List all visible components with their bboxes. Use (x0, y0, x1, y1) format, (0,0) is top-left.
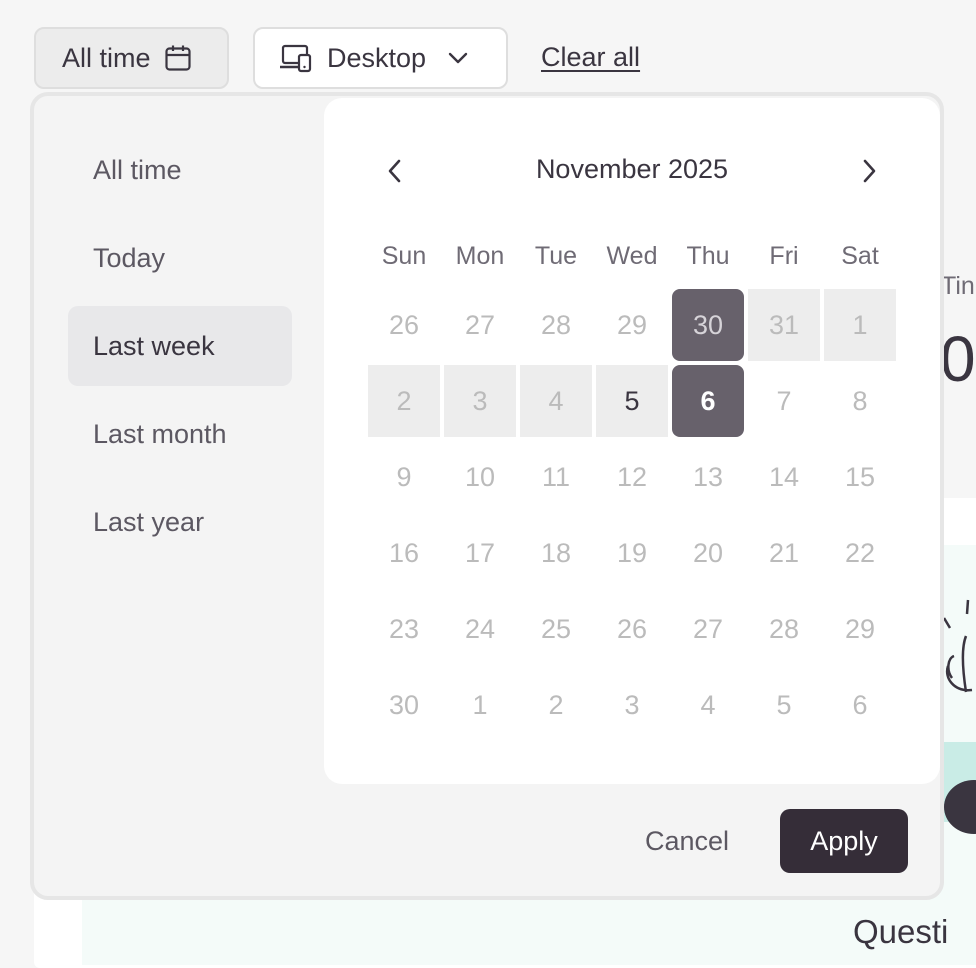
calendar-day[interactable]: 12 (596, 441, 668, 513)
calendar-day-range-start[interactable]: 30 (672, 289, 744, 361)
stat-value: 0 (940, 323, 976, 395)
calendar-day[interactable]: 16 (368, 517, 440, 589)
devices-icon (279, 43, 313, 73)
device-select[interactable]: Desktop (253, 27, 508, 89)
calendar-day[interactable]: 2 (520, 669, 592, 741)
calendar-day[interactable]: 31 (748, 289, 820, 361)
stat-label: Tin (941, 272, 975, 300)
device-select-value: Desktop (327, 42, 427, 73)
date-range-button-label: All time (62, 42, 151, 73)
calendar-day[interactable]: 18 (520, 517, 592, 589)
weekday-fri: Fri (769, 242, 799, 270)
calendar-day[interactable]: 26 (368, 289, 440, 361)
preset-last-year[interactable]: Last year (68, 482, 292, 562)
calendar-day[interactable]: 14 (748, 441, 820, 513)
calendar-day[interactable]: 1 (824, 289, 896, 361)
calendar-day[interactable]: 4 (520, 365, 592, 437)
calendar-day[interactable]: 17 (444, 517, 516, 589)
calendar-day[interactable]: 15 (824, 441, 896, 513)
next-month-button[interactable] (854, 156, 884, 186)
calendar-day[interactable]: 4 (672, 669, 744, 741)
calendar-day[interactable]: 29 (824, 593, 896, 665)
preset-last-week[interactable]: Last week (68, 306, 292, 386)
calendar-day[interactable]: 9 (368, 441, 440, 513)
calendar-day[interactable]: 8 (824, 365, 896, 437)
weekday-tue: Tue (534, 242, 578, 270)
month-label: November 2025 (535, 154, 729, 184)
clear-all-link[interactable]: Clear all (541, 42, 640, 73)
calendar-panel: November 2025 Sun Mon Tue Wed Thu Fri Sa… (324, 98, 940, 784)
calendar-day[interactable]: 27 (444, 289, 516, 361)
calendar-day[interactable]: 5 (596, 365, 668, 437)
calendar-day[interactable]: 5 (748, 669, 820, 741)
calendar-icon (163, 43, 193, 73)
calendar-day[interactable]: 20 (672, 517, 744, 589)
calendar-day[interactable]: 6 (824, 669, 896, 741)
calendar-day[interactable]: 24 (444, 593, 516, 665)
calendar-day[interactable]: 26 (596, 593, 668, 665)
section-title: Questi (853, 913, 949, 950)
calendar-day[interactable]: 2 (368, 365, 440, 437)
calendar-day[interactable]: 28 (748, 593, 820, 665)
preset-today[interactable]: Today (68, 218, 292, 298)
calendar-day[interactable]: 21 (748, 517, 820, 589)
calendar-day[interactable]: 22 (824, 517, 896, 589)
calendar-day[interactable]: 1 (444, 669, 516, 741)
apply-button[interactable]: Apply (780, 809, 908, 873)
calendar-day[interactable]: 10 (444, 441, 516, 513)
preset-last-month[interactable]: Last month (68, 394, 292, 474)
calendar-day[interactable]: 3 (444, 365, 516, 437)
calendar-day[interactable]: 13 (672, 441, 744, 513)
calendar-day[interactable]: 19 (596, 517, 668, 589)
weekday-wed: Wed (606, 242, 658, 270)
calendar-day[interactable]: 11 (520, 441, 592, 513)
calendar-day-range-end[interactable]: 6 (672, 365, 744, 437)
calendar-day[interactable]: 23 (368, 593, 440, 665)
calendar-day[interactable]: 28 (520, 289, 592, 361)
weekday-sat: Sat (841, 242, 879, 270)
calendar-day[interactable]: 7 (748, 365, 820, 437)
calendar-day[interactable]: 30 (368, 669, 440, 741)
weekday-sun: Sun (381, 242, 427, 270)
calendar-day[interactable]: 25 (520, 593, 592, 665)
date-range-button[interactable]: All time (34, 27, 229, 89)
calendar-day[interactable]: 29 (596, 289, 668, 361)
calendar-day[interactable]: 3 (596, 669, 668, 741)
preset-all-time[interactable]: All time (68, 130, 292, 210)
weekday-thu: Thu (686, 242, 730, 270)
chevron-right-icon (863, 159, 876, 183)
calendar-day[interactable]: 27 (672, 593, 744, 665)
weekday-mon: Mon (455, 242, 505, 270)
chevron-down-icon (446, 46, 470, 70)
cancel-button[interactable]: Cancel (620, 808, 754, 874)
